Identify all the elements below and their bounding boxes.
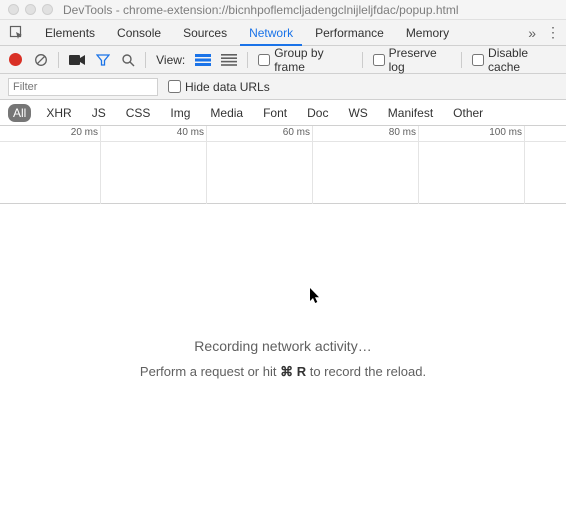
- tick-label: 80 ms: [389, 127, 416, 138]
- filter-type-font[interactable]: Font: [258, 104, 292, 122]
- filter-type-all[interactable]: All: [8, 104, 31, 122]
- filter-type-manifest[interactable]: Manifest: [383, 104, 438, 122]
- hint-prefix: Perform a request or hit: [140, 364, 280, 379]
- view-small-icon[interactable]: [221, 52, 237, 68]
- filter-type-other[interactable]: Other: [448, 104, 488, 122]
- network-toolbar: View: Group by frame Preserve log Disabl…: [0, 46, 566, 74]
- separator: [461, 52, 462, 68]
- view-large-icon[interactable]: [195, 52, 211, 68]
- inspect-icon[interactable]: [0, 20, 34, 45]
- camera-icon[interactable]: [69, 52, 85, 68]
- tab-performance[interactable]: Performance: [304, 20, 395, 45]
- filter-type-media[interactable]: Media: [205, 104, 248, 122]
- tick-label: 40 ms: [177, 127, 204, 138]
- search-icon[interactable]: [120, 52, 135, 68]
- hide-data-urls-checkbox[interactable]: Hide data URLs: [168, 80, 270, 94]
- filter-type-doc[interactable]: Doc: [302, 104, 333, 122]
- disable-cache-label: Disable cache: [488, 46, 558, 74]
- window-title: DevTools - chrome-extension://bicnhpofle…: [63, 3, 459, 17]
- timeline[interactable]: 20 ms 40 ms 60 ms 80 ms 100 ms: [0, 126, 566, 204]
- type-filter-bar: All XHR JS CSS Img Media Font Doc WS Man…: [0, 100, 566, 126]
- filter-type-js[interactable]: JS: [87, 104, 111, 122]
- filter-type-img[interactable]: Img: [165, 104, 195, 122]
- tab-memory[interactable]: Memory: [395, 20, 460, 45]
- hint-key: ⌘ R: [280, 364, 306, 379]
- tabs: Elements Console Sources Network Perform…: [34, 20, 460, 45]
- separator: [145, 52, 146, 68]
- traffic-close[interactable]: [8, 4, 19, 15]
- tick-label: 100 ms: [489, 127, 522, 138]
- preserve-log-label: Preserve log: [389, 46, 451, 74]
- group-by-frame-checkbox[interactable]: Group by frame: [258, 46, 352, 74]
- traffic-minimize[interactable]: [25, 4, 36, 15]
- tick-label: 60 ms: [283, 127, 310, 138]
- hide-data-urls-label: Hide data URLs: [185, 80, 270, 94]
- disable-cache-checkbox[interactable]: Disable cache: [472, 46, 558, 74]
- record-button[interactable]: [8, 52, 23, 68]
- traffic-zoom[interactable]: [42, 4, 53, 15]
- tab-console[interactable]: Console: [106, 20, 172, 45]
- preserve-log-checkbox[interactable]: Preserve log: [373, 46, 451, 74]
- filter-icon[interactable]: [95, 52, 110, 68]
- hint-text: Perform a request or hit ⌘ R to record t…: [140, 364, 426, 380]
- more-tabs-icon[interactable]: »: [528, 25, 536, 41]
- separator: [247, 52, 248, 68]
- filter-input[interactable]: [8, 78, 158, 96]
- group-by-frame-label: Group by frame: [274, 46, 352, 74]
- cursor-icon: [310, 288, 322, 304]
- devtools-tabbar: Elements Console Sources Network Perform…: [0, 20, 566, 46]
- tab-elements[interactable]: Elements: [34, 20, 106, 45]
- kebab-menu-icon[interactable]: ⋮: [546, 24, 560, 41]
- hint-suffix: to record the reload.: [306, 364, 426, 379]
- tick-label: 20 ms: [71, 127, 98, 138]
- recording-text: Recording network activity…: [194, 338, 371, 354]
- tab-sources[interactable]: Sources: [172, 20, 238, 45]
- tab-network[interactable]: Network: [238, 20, 304, 45]
- window-titlebar: DevTools - chrome-extension://bicnhpofle…: [0, 0, 566, 20]
- separator: [58, 52, 59, 68]
- filter-type-css[interactable]: CSS: [121, 104, 156, 122]
- filter-type-ws[interactable]: WS: [343, 104, 372, 122]
- network-content: Recording network activity… Perform a re…: [0, 204, 566, 514]
- filter-type-xhr[interactable]: XHR: [41, 104, 76, 122]
- separator: [362, 52, 363, 68]
- filter-bar: Hide data URLs: [0, 74, 566, 100]
- view-label: View:: [156, 53, 185, 67]
- clear-icon[interactable]: [33, 52, 48, 68]
